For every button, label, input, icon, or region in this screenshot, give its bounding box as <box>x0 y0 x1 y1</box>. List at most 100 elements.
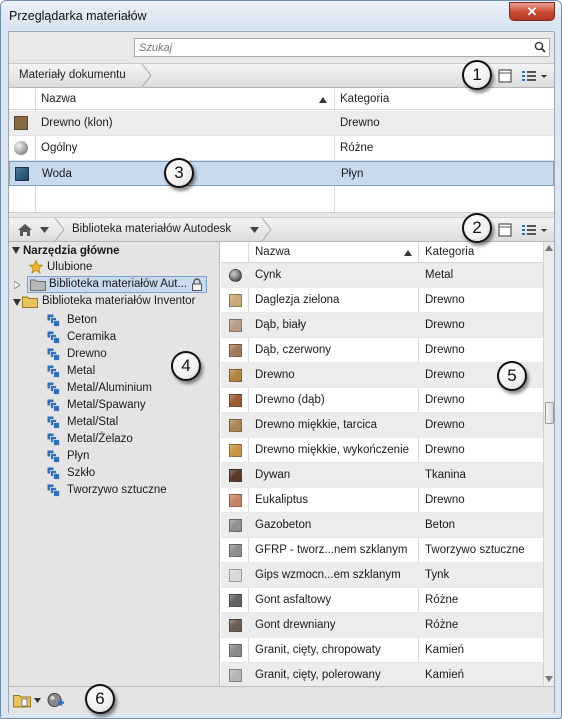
search-icon[interactable] <box>534 41 546 53</box>
material-name: Woda <box>42 168 72 180</box>
close-button[interactable]: ✕ <box>509 2 555 21</box>
browser-content: Materiały dokumentu Nazwa Kategoria Drew… <box>8 31 555 713</box>
material-swatch-icon <box>229 469 242 482</box>
material-swatch-icon <box>229 644 242 657</box>
tree-item-category[interactable]: Szkło <box>67 465 95 482</box>
tree-item-inventor-library[interactable]: Biblioteka materiałów Inventor <box>42 293 195 310</box>
material-category: Drewno <box>425 494 465 506</box>
library-manager-icon[interactable] <box>13 693 31 708</box>
material-category: Drewno <box>425 419 465 431</box>
material-name: Dąb, biały <box>255 319 307 331</box>
material-swatch-icon <box>14 116 28 130</box>
tree-item-category[interactable]: Drewno <box>67 346 107 363</box>
view-toggle-icon[interactable] <box>498 68 512 84</box>
material-name: Granit, cięty, polerowany <box>255 669 381 681</box>
tree-item-category[interactable]: Tworzywo sztuczne <box>67 482 167 499</box>
tree-item-category[interactable]: Metal/Aluminium <box>67 380 152 397</box>
library-dropdown-icon[interactable] <box>34 698 41 703</box>
tree-item-category[interactable]: Metal/Stal <box>67 414 118 431</box>
lock-icon <box>192 278 202 291</box>
material-category: Drewno <box>425 344 465 356</box>
tree-item-category[interactable]: Metal/Spawany <box>67 397 146 414</box>
list-options-icon[interactable] <box>521 222 551 238</box>
collapse-arrow-icon[interactable] <box>13 299 21 306</box>
library-material-row[interactable]: Dąb, czerwony Drewno <box>221 338 543 363</box>
library-material-row[interactable]: Gont asfaltowy Różne <box>221 588 543 613</box>
material-name: Granit, cięty, chropowaty <box>255 644 381 656</box>
library-material-row[interactable]: Dywan Tkanina <box>221 463 543 488</box>
scroll-down-icon[interactable] <box>545 676 553 682</box>
library-material-row[interactable]: Gont drewniany Różne <box>221 613 543 638</box>
expand-arrow-icon[interactable] <box>14 281 20 289</box>
tree-item-category[interactable]: Beton <box>67 312 97 329</box>
library-material-row[interactable]: Drewno (dąb) Drewno <box>221 388 543 413</box>
material-swatch-icon <box>229 294 242 307</box>
material-swatch-icon <box>15 167 29 181</box>
category-icon <box>47 450 60 463</box>
document-material-row[interactable]: Drewno (klon) Drewno <box>9 111 554 136</box>
column-category-header[interactable]: Kategoria <box>425 242 474 263</box>
category-icon <box>47 382 60 395</box>
home-icon[interactable] <box>17 223 33 237</box>
material-name: Drewno (klon) <box>41 117 113 129</box>
library-material-row[interactable]: Granit, cięty, polerowany Kamień <box>221 663 543 686</box>
library-material-row[interactable]: Drewno miękkie, tarcica Drewno <box>221 413 543 438</box>
material-name: Gazobeton <box>255 519 312 531</box>
tree-root-label[interactable]: Narzędzia główne <box>23 243 120 260</box>
column-category-header[interactable]: Kategoria <box>340 89 389 110</box>
scrollbar-thumb[interactable] <box>545 402 554 424</box>
library-material-row[interactable]: Gazobeton Beton <box>221 513 543 538</box>
breadcrumb-autodesk-library[interactable]: Biblioteka materiałów Autodesk <box>72 218 231 241</box>
tree-item-autodesk-library[interactable]: Biblioteka materiałów Aut... <box>14 276 207 293</box>
scroll-up-icon[interactable] <box>545 245 553 251</box>
material-category: Tkanina <box>425 469 466 481</box>
material-category: Różne <box>340 142 374 154</box>
title-bar[interactable]: Przeglądarka materiałów ✕ <box>1 1 561 31</box>
callout-5: 5 <box>497 361 527 391</box>
material-name: Gips wzmocn...em szklanym <box>255 569 401 581</box>
material-swatch-icon <box>229 419 242 432</box>
tree-item-category[interactable]: Metal/Żelazo <box>67 431 133 448</box>
column-name-header[interactable]: Nazwa <box>41 89 76 110</box>
category-icon <box>47 314 60 327</box>
document-grid-header: Nazwa Kategoria <box>9 89 554 110</box>
material-swatch-icon <box>229 594 242 607</box>
create-material-icon[interactable] <box>47 692 65 710</box>
tree-item-category[interactable]: Metal <box>67 363 95 380</box>
column-name-header[interactable]: Nazwa <box>255 242 290 263</box>
tree-item-category[interactable]: Płyn <box>67 448 89 465</box>
material-name: Gont asfaltowy <box>255 594 332 606</box>
material-name: Dąb, czerwony <box>255 344 332 356</box>
breadcrumb-chevron-icon <box>141 64 152 87</box>
library-material-row[interactable]: Eukaliptus Drewno <box>221 488 543 513</box>
tree-item-favorites[interactable]: Ulubione <box>47 259 92 276</box>
library-material-row[interactable]: Gips wzmocn...em szklanym Tynk <box>221 563 543 588</box>
material-category: Drewno <box>340 117 380 129</box>
library-material-row[interactable]: Dąb, biały Drewno <box>221 313 543 338</box>
search-box[interactable] <box>134 38 550 57</box>
breadcrumb-document-materials[interactable]: Materiały dokumentu <box>19 64 126 87</box>
search-input[interactable] <box>135 39 525 56</box>
material-name: Eukaliptus <box>255 494 309 506</box>
tree-item-category[interactable]: Ceramika <box>67 329 116 346</box>
library-material-row[interactable]: Granit, cięty, chropowaty Kamień <box>221 638 543 663</box>
library-material-row[interactable]: Drewno Drewno <box>221 363 543 388</box>
breadcrumb-dropdown-icon[interactable] <box>250 227 259 233</box>
material-swatch-icon <box>229 544 242 557</box>
list-options-icon[interactable] <box>521 68 551 84</box>
library-scrollbar[interactable] <box>543 242 554 686</box>
document-material-row[interactable]: Ogólny Różne <box>9 136 554 161</box>
category-icon <box>47 433 60 446</box>
home-dropdown-icon[interactable] <box>40 227 49 233</box>
material-category: Płyn <box>341 168 364 180</box>
callout-2: 2 <box>462 213 492 243</box>
material-category: Beton <box>425 519 456 531</box>
document-material-row-selected[interactable]: Woda Płyn <box>9 161 554 186</box>
collapse-arrow-icon[interactable] <box>12 247 20 254</box>
view-toggle-icon[interactable] <box>498 222 512 238</box>
library-material-row[interactable]: GFRP - tworz...nem szklanym Tworzywo sztu… <box>221 538 543 563</box>
material-swatch-icon <box>229 369 242 382</box>
library-material-row[interactable]: Drewno miękkie, wykończenie Drewno <box>221 438 543 463</box>
library-material-row[interactable]: Cynk Metal <box>221 263 543 288</box>
library-material-row[interactable]: Daglezja zielona Drewno <box>221 288 543 313</box>
